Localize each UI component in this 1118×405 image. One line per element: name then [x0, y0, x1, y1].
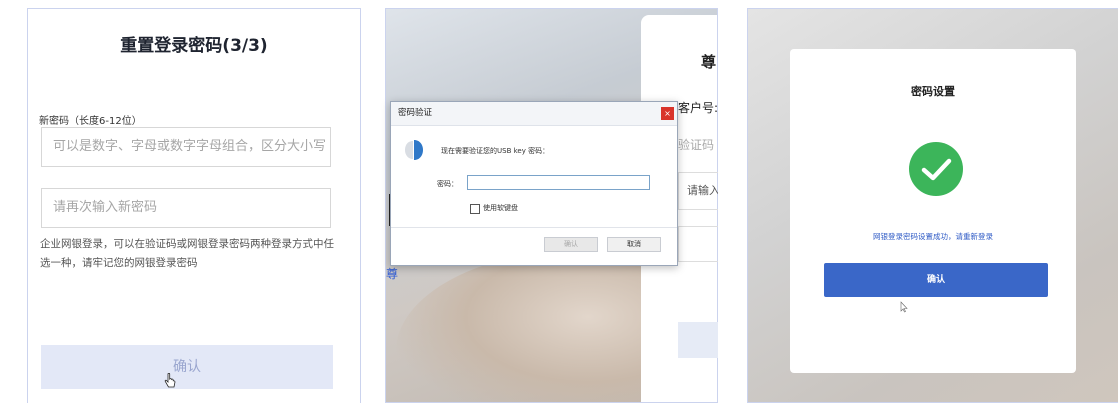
- card-input-field-2[interactable]: [678, 226, 718, 262]
- usb-key-password-input[interactable]: [467, 175, 650, 190]
- success-card: 密码设置 网银登录密码设置成功，请重新登录 确认: [790, 49, 1076, 373]
- new-password-label: 新密码（长度6-12位）: [39, 116, 142, 127]
- success-title: 密码设置: [911, 85, 955, 98]
- login-card-title: 尊: [701, 53, 717, 71]
- dialog-cancel-button[interactable]: 取消: [607, 237, 661, 252]
- password-set-success-panel: 密码设置 网银登录密码设置成功，请重新登录 确认: [747, 8, 1118, 403]
- dialog-titlebar: 密码验证 ×: [391, 102, 677, 126]
- reset-password-panel: 重置登录密码(3/3) 新密码（长度6-12位） 可以是数字、字母或数字字母组合…: [27, 8, 361, 403]
- soft-keyboard-checkbox[interactable]: [470, 204, 480, 214]
- success-check-icon: [909, 142, 963, 196]
- login-note: 企业网银登录，可以在验证码或网银登录密码两种登录方式中任选一种，请牢记您的网银登…: [40, 238, 334, 269]
- arrow-cursor-icon: [900, 301, 908, 313]
- dialog-ok-button[interactable]: 确认: [544, 237, 598, 252]
- soft-keyboard-label: 使用软键盘: [483, 204, 518, 212]
- background-link-text: 尊: [386, 267, 399, 281]
- dialog-message: 现在需要验证您的USB key 密码：: [441, 147, 550, 155]
- dialog-title: 密码验证: [398, 108, 433, 118]
- password-label: 密码：: [437, 180, 458, 188]
- confirm-password-input[interactable]: 请再次输入新密码: [41, 188, 331, 228]
- card-input-field[interactable]: 请输入: [678, 172, 718, 210]
- confirm-button[interactable]: 确认: [41, 345, 333, 389]
- close-icon[interactable]: ×: [661, 107, 674, 120]
- dialog-divider: [391, 227, 677, 228]
- success-message: 网银登录密码设置成功，请重新登录: [873, 232, 993, 241]
- page-title: 重置登录密码(3/3): [120, 36, 268, 56]
- customer-number-label: 客户号:: [678, 101, 719, 115]
- new-password-input[interactable]: 可以是数字、字母或数字字母组合，区分大小写: [41, 127, 331, 167]
- hand-cursor-icon: [164, 373, 176, 388]
- usb-key-icon: [405, 140, 423, 160]
- password-verify-dialog: 密码验证 × 现在需要验证您的USB key 密码： 密码： 使用软键盘 确认 …: [390, 101, 678, 266]
- card-submit-button[interactable]: [678, 322, 718, 358]
- verify-code-label: 验证码: [678, 138, 715, 152]
- confirm-button[interactable]: 确认: [824, 263, 1048, 297]
